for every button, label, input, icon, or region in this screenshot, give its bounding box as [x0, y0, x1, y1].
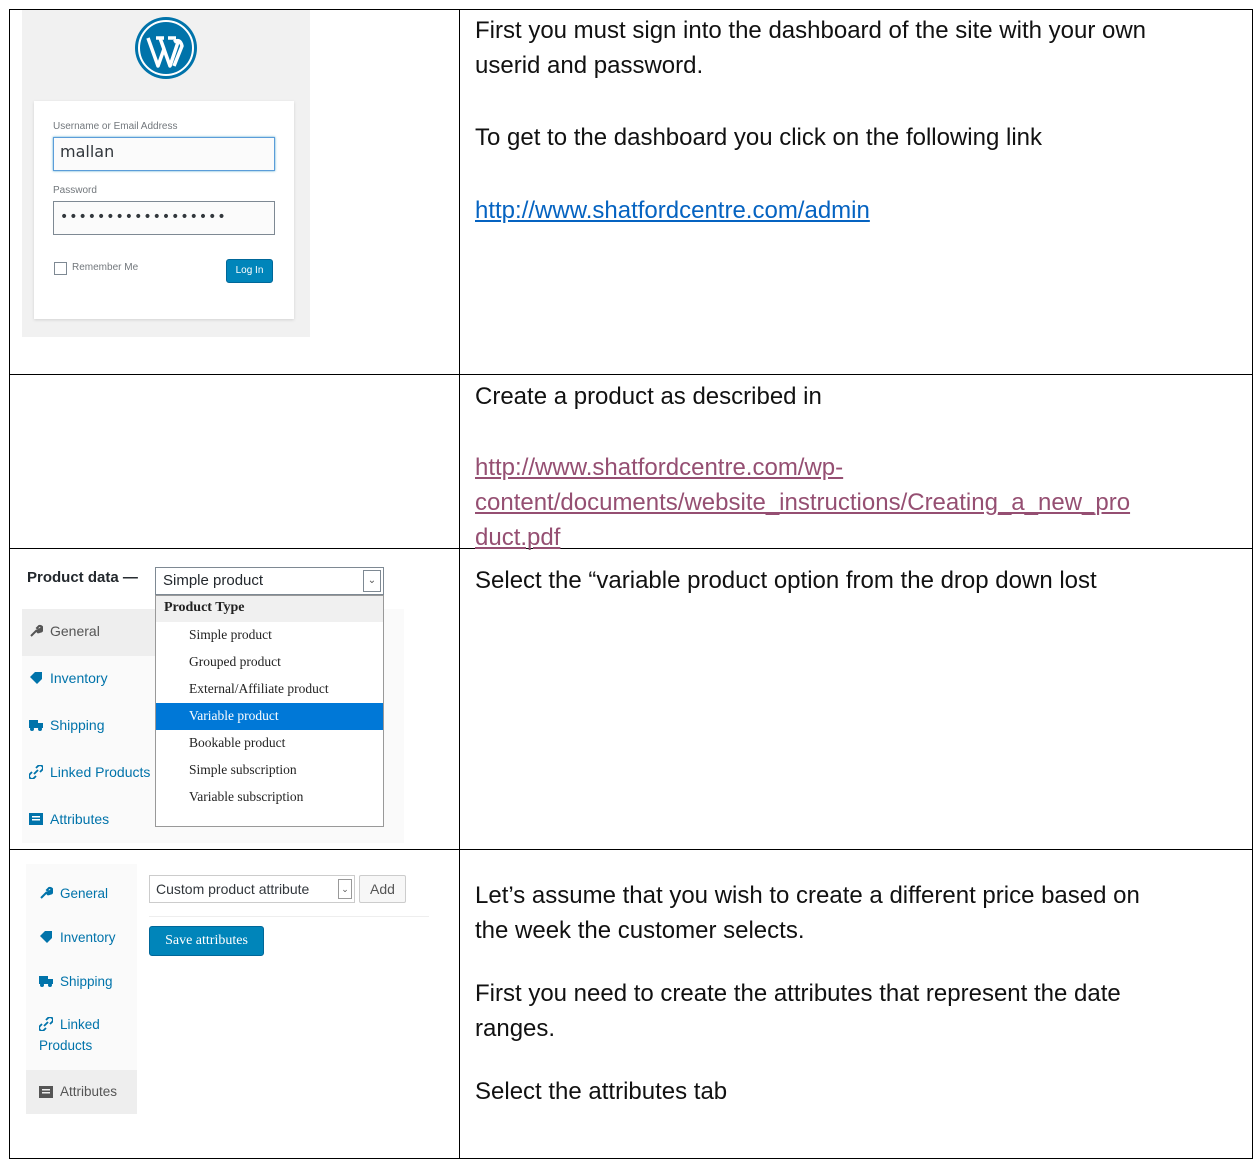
product-type-selected-value: Simple product	[163, 572, 264, 589]
wordpress-login-screenshot: Username or Email Address mallan Passwor…	[22, 10, 310, 337]
tab-shipping[interactable]: Shipping	[22, 703, 155, 750]
username-label: Username or Email Address	[53, 121, 178, 132]
at-tab-linked-products[interactable]: Linked Products	[26, 1017, 137, 1061]
wordpress-logo-icon	[135, 17, 197, 79]
at-tab-shipping-label: Shipping	[60, 974, 113, 989]
at-tab-inventory-label: Inventory	[60, 930, 116, 945]
wrench-icon	[30, 624, 43, 637]
username-input[interactable]: mallan	[53, 137, 275, 171]
product-type-select[interactable]: Simple product ⌄	[155, 567, 384, 595]
tab-attributes-label: Attributes	[50, 811, 110, 827]
at-tab-shipping[interactable]: Shipping	[26, 974, 137, 1004]
option-bookable-product[interactable]: Bookable product	[156, 730, 383, 757]
row2-link-line1-para: http://www.shatfordcentre.com/wp-	[475, 452, 843, 483]
instructions-link-part1[interactable]: http://www.shatfordcentre.com/wp-	[475, 454, 843, 481]
column-divider	[459, 10, 460, 1158]
at-tab-attributes-label: Attributes	[60, 1084, 118, 1099]
truck-icon	[39, 976, 53, 987]
chevron-down-icon: ⌄	[363, 570, 381, 592]
row2-link-line2-para: content/documents/website_instructions/C…	[475, 487, 1130, 518]
product-data-screenshot: Product data — General Inventory Shippin…	[22, 553, 406, 843]
instructions-link-part2[interactable]: content/documents/website_instructions/C…	[475, 489, 1130, 516]
tab-general-label: General	[50, 623, 100, 639]
add-attribute-button[interactable]: Add	[359, 875, 406, 903]
attributes-screenshot: General Inventory Shipping Linked Produc…	[26, 864, 436, 1114]
row1-link-paragraph: http://www.shatfordcentre.com/admin	[475, 195, 870, 226]
link-icon	[39, 1017, 53, 1031]
at-tab-attributes[interactable]: Attributes	[26, 1070, 137, 1114]
remember-me-label: Remember Me	[72, 262, 139, 273]
option-grouped-product[interactable]: Grouped product	[156, 649, 383, 676]
option-variable-product[interactable]: Variable product	[156, 703, 383, 730]
attribute-type-selected-value: Custom product attribute	[156, 881, 310, 897]
row-divider-3	[10, 849, 1252, 850]
remember-me-checkbox[interactable]	[54, 262, 67, 275]
tag-icon	[40, 931, 52, 943]
tab-inventory-label: Inventory	[50, 670, 108, 686]
row4-text-line2: the week the customer selects.	[475, 917, 805, 944]
truck-icon	[29, 720, 43, 731]
dashboard-link[interactable]: http://www.shatfordcentre.com/admin	[475, 197, 870, 224]
attribute-type-select[interactable]: Custom product attribute ⌄	[149, 875, 355, 903]
row2-text-line1: Create a product as described in	[475, 383, 822, 410]
option-simple-product[interactable]: Simple product	[156, 622, 383, 649]
row3-text: Select the “variable product option from…	[475, 567, 1097, 594]
log-in-button[interactable]: Log In	[226, 259, 273, 283]
row2-link-line3-para: duct.pdf	[475, 522, 560, 553]
tab-general[interactable]: General	[22, 609, 155, 656]
product-type-dropdown: Product Type Simple product Grouped prod…	[155, 595, 384, 827]
password-label: Password	[53, 185, 97, 196]
at-tab-products-label: Products	[39, 1038, 93, 1053]
tab-shipping-label: Shipping	[50, 717, 105, 733]
option-external-affiliate-product[interactable]: External/Affiliate product	[156, 676, 383, 703]
save-attributes-button[interactable]: Save attributes	[149, 926, 264, 956]
tag-icon	[30, 672, 42, 684]
row1-text-line2: userid and password.	[475, 52, 704, 79]
password-input[interactable]: ••••••••••••••••••	[53, 201, 275, 235]
row1-text-line1: First you must sign into the dashboard o…	[475, 17, 1147, 44]
tab-linked-products-label: Linked Products	[50, 764, 151, 780]
chevron-down-icon: ⌄	[338, 879, 352, 899]
at-tab-general-label: General	[60, 886, 109, 901]
instruction-table: Username or Email Address mallan Passwor…	[9, 9, 1253, 1159]
product-data-label: Product data —	[27, 569, 138, 586]
instructions-link-part3[interactable]: duct.pdf	[475, 524, 560, 551]
list-table-icon	[39, 1086, 53, 1098]
option-simple-subscription[interactable]: Simple subscription	[156, 757, 383, 784]
at-tab-linked-label: Linked	[60, 1017, 100, 1032]
list-table-icon	[29, 813, 43, 825]
option-variable-subscription[interactable]: Variable subscription	[156, 784, 383, 811]
link-icon	[29, 765, 43, 779]
row4-text-line5: Select the attributes tab	[475, 1078, 728, 1105]
row4-text-line3: First you need to create the attributes …	[475, 980, 1121, 1007]
row1-text-line3: To get to the dashboard you click on the…	[475, 124, 1043, 151]
tab-linked-products[interactable]: Linked Products	[22, 750, 155, 797]
wrench-icon	[40, 886, 53, 899]
attributes-tabs-panel: General Inventory Shipping Linked Produc…	[26, 864, 137, 1114]
tab-inventory[interactable]: Inventory	[22, 656, 155, 703]
row-divider-1	[10, 374, 1252, 375]
login-form: Username or Email Address mallan Passwor…	[34, 101, 294, 319]
row-divider-2	[10, 548, 1252, 549]
tab-attributes[interactable]: Attributes	[22, 797, 155, 844]
at-tab-inventory[interactable]: Inventory	[26, 930, 137, 960]
attributes-divider	[149, 916, 429, 917]
row4-text-line1: Let’s assume that you wish to create a d…	[475, 882, 1140, 909]
at-tab-general[interactable]: General	[26, 886, 137, 916]
row4-text-line4: ranges.	[475, 1015, 556, 1042]
dropdown-group-label: Product Type	[156, 596, 383, 622]
